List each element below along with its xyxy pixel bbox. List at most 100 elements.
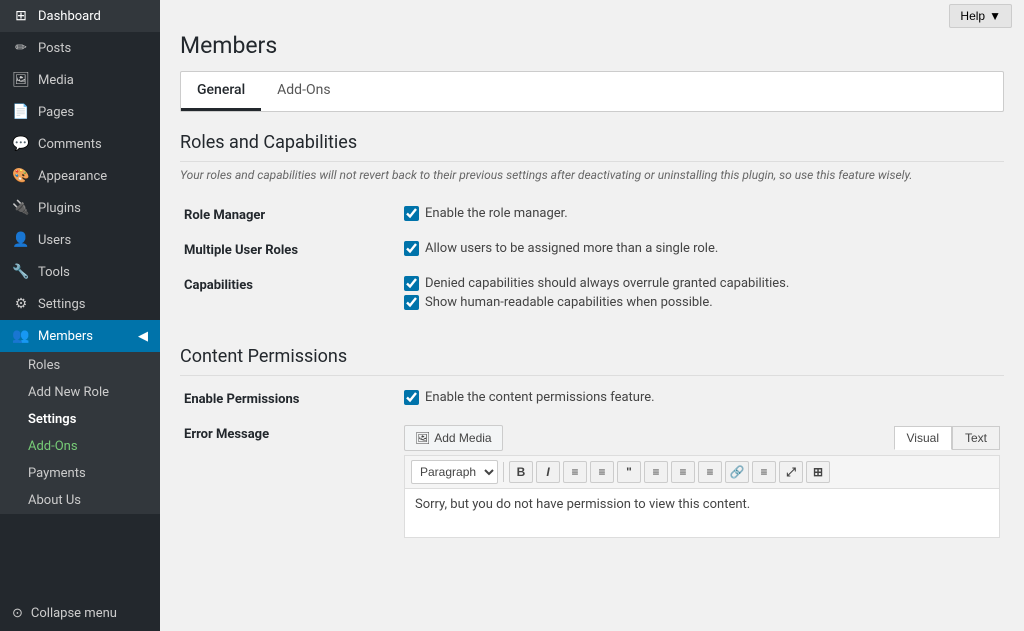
roles-capabilities-note: Your roles and capabilities will not rev… xyxy=(180,168,1004,182)
checkbox-row: Show human-readable capabilities when po… xyxy=(404,295,1000,310)
sidebar-submenu: Roles Add New Role Settings Add-Ons Paym… xyxy=(0,352,160,514)
editor-toolbar-top: 🖼 Add Media Visual Text xyxy=(404,425,1000,451)
sidebar-sub-item-settings[interactable]: Settings xyxy=(0,406,160,433)
settings-icon: ⚙ xyxy=(12,296,30,312)
field-label-error-message: Error Message xyxy=(180,417,400,546)
roles-capabilities-table: Role Manager Enable the role manager. Mu… xyxy=(180,198,1004,322)
checkbox-label: Allow users to be assigned more than a s… xyxy=(425,241,718,256)
link-button[interactable]: 🔗 xyxy=(725,461,749,483)
checkbox-label: Show human-readable capabilities when po… xyxy=(425,295,713,310)
tools-icon: 🔧 xyxy=(12,264,30,280)
sidebar-item-label: Posts xyxy=(38,41,71,56)
checkbox-row: Denied capabilities should always overru… xyxy=(404,276,1000,291)
add-media-button[interactable]: 🖼 Add Media xyxy=(404,425,503,451)
appearance-icon: 🎨 xyxy=(12,168,30,184)
toolbar-divider xyxy=(503,462,504,482)
media-icon: 🖼 xyxy=(12,72,30,88)
checkbox-row: Enable the content permissions feature. xyxy=(404,390,1000,405)
bold-button[interactable]: B xyxy=(509,461,533,483)
sidebar-item-appearance[interactable]: 🎨 Appearance xyxy=(0,160,160,192)
field-value-role-manager: Enable the role manager. xyxy=(400,198,1004,233)
sidebar-item-label: Settings xyxy=(38,297,85,312)
table-row: Role Manager Enable the role manager. xyxy=(180,198,1004,233)
align-center-button[interactable]: ≡ xyxy=(671,461,695,483)
editor-content-area[interactable]: Sorry, but you do not have permission to… xyxy=(404,488,1000,538)
ordered-list-button[interactable]: ≡ xyxy=(590,461,614,483)
align-left-button[interactable]: ≡ xyxy=(644,461,668,483)
fullscreen-button[interactable]: ⤢ xyxy=(779,461,803,483)
sidebar-item-comments[interactable]: 💬 Comments xyxy=(0,128,160,160)
paragraph-select[interactable]: Paragraph xyxy=(411,460,498,484)
add-media-icon: 🖼 xyxy=(415,431,430,445)
members-arrow: ◀ xyxy=(138,329,148,344)
sidebar-item-users[interactable]: 👤 Users xyxy=(0,224,160,256)
field-value-error-message: 🖼 Add Media Visual Text Parag xyxy=(400,417,1004,546)
plugins-icon: 🔌 xyxy=(12,200,30,216)
tab-bar: General Add-Ons xyxy=(180,71,1004,112)
collapse-menu[interactable]: ⊙ Collapse menu xyxy=(0,596,160,631)
sidebar-item-plugins[interactable]: 🔌 Plugins xyxy=(0,192,160,224)
italic-button[interactable]: I xyxy=(536,461,560,483)
help-chevron-icon: ▼ xyxy=(989,9,1001,23)
checkbox-label: Enable the role manager. xyxy=(425,206,568,221)
sidebar-item-settings[interactable]: ⚙ Settings xyxy=(0,288,160,320)
field-value-enable-permissions: Enable the content permissions feature. xyxy=(400,382,1004,417)
table-row: Enable Permissions Enable the content pe… xyxy=(180,382,1004,417)
pages-icon: 📄 xyxy=(12,104,30,120)
sidebar-sub-item-about-us[interactable]: About Us xyxy=(0,487,160,514)
unordered-list-button[interactable]: ≡ xyxy=(563,461,587,483)
sidebar-item-media[interactable]: 🖼 Media xyxy=(0,64,160,96)
dashboard-icon: ⊞ xyxy=(12,8,30,24)
editor-tab-visual[interactable]: Visual xyxy=(894,426,952,450)
field-label-role-manager: Role Manager xyxy=(180,198,400,233)
field-label-multiple-user-roles: Multiple User Roles xyxy=(180,233,400,268)
topbar: Help ▼ xyxy=(160,0,1024,32)
content-permissions-section: Content Permissions Enable Permissions E… xyxy=(180,346,1004,546)
sidebar-item-posts[interactable]: ✏ Posts xyxy=(0,32,160,64)
blockquote-button[interactable]: " xyxy=(617,461,641,483)
kitchen-sink-button[interactable]: ⊞ xyxy=(806,461,830,483)
checkbox-enable-permissions[interactable] xyxy=(404,390,419,405)
sidebar-item-label: Media xyxy=(38,73,74,88)
tab-add-ons[interactable]: Add-Ons xyxy=(261,72,346,111)
sidebar-item-pages[interactable]: 📄 Pages xyxy=(0,96,160,128)
page-content: Members General Add-Ons Roles and Capabi… xyxy=(160,32,1024,631)
sidebar-item-label: Dashboard xyxy=(38,9,101,24)
sidebar-item-members[interactable]: 👥 Members ◀ xyxy=(0,320,160,352)
checkbox-human-readable[interactable] xyxy=(404,295,419,310)
members-icon: 👥 xyxy=(12,328,30,344)
editor-tab-text[interactable]: Text xyxy=(952,426,1000,450)
editor-tab-bar: Visual Text xyxy=(894,426,1000,450)
table-row: Error Message 🖼 Add Media Visual Text xyxy=(180,417,1004,546)
posts-icon: ✏ xyxy=(12,40,30,56)
sidebar-item-label: Appearance xyxy=(38,169,107,184)
checkbox-enable-role-manager[interactable] xyxy=(404,206,419,221)
content-permissions-table: Enable Permissions Enable the content pe… xyxy=(180,382,1004,546)
sidebar-sub-item-add-new-role[interactable]: Add New Role xyxy=(0,379,160,406)
sidebar: ⊞ Dashboard ✏ Posts 🖼 Media 📄 Pages 💬 Co… xyxy=(0,0,160,631)
help-button[interactable]: Help ▼ xyxy=(949,4,1012,28)
tab-general[interactable]: General xyxy=(181,72,261,111)
users-icon: 👤 xyxy=(12,232,30,248)
checkbox-row: Allow users to be assigned more than a s… xyxy=(404,241,1000,256)
sidebar-item-tools[interactable]: 🔧 Tools xyxy=(0,256,160,288)
editor-toolbar: Paragraph B I ≡ ≡ " ≡ ≡ ≡ xyxy=(404,455,1000,488)
field-value-multiple-user-roles: Allow users to be assigned more than a s… xyxy=(400,233,1004,268)
sidebar-sub-item-payments[interactable]: Payments xyxy=(0,460,160,487)
checkbox-label: Denied capabilities should always overru… xyxy=(425,276,789,291)
field-label-capabilities: Capabilities xyxy=(180,268,400,322)
more-button[interactable]: ≡ xyxy=(752,461,776,483)
checkbox-denied-capabilities[interactable] xyxy=(404,276,419,291)
sidebar-sub-item-roles[interactable]: Roles xyxy=(0,352,160,379)
sidebar-item-label: Tools xyxy=(38,265,70,280)
sidebar-sub-item-add-ons[interactable]: Add-Ons xyxy=(0,433,160,460)
sidebar-item-label: Members xyxy=(38,329,93,344)
help-label: Help xyxy=(960,9,985,23)
sidebar-item-label: Users xyxy=(38,233,71,248)
align-right-button[interactable]: ≡ xyxy=(698,461,722,483)
checkbox-multiple-user-roles[interactable] xyxy=(404,241,419,256)
table-row: Capabilities Denied capabilities should … xyxy=(180,268,1004,322)
sidebar-item-dashboard[interactable]: ⊞ Dashboard xyxy=(0,0,160,32)
collapse-label: Collapse menu xyxy=(31,606,117,621)
roles-capabilities-section: Roles and Capabilities Your roles and ca… xyxy=(180,132,1004,322)
